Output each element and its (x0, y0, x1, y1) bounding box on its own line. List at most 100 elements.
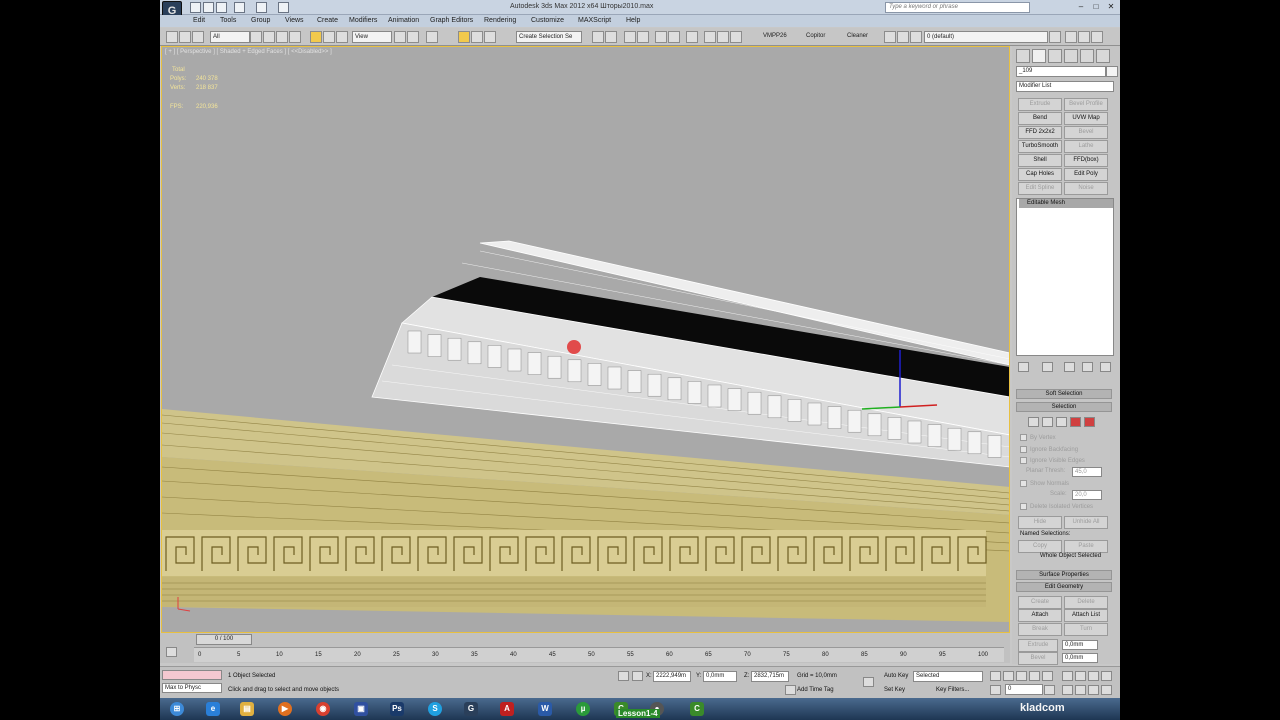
select-object-icon[interactable] (250, 31, 262, 43)
schematic-view-icon[interactable] (668, 31, 680, 43)
modifier-extrude-button[interactable]: Extrude (1018, 98, 1062, 111)
y-coordinate-field[interactable]: 0,0mm (703, 671, 737, 682)
extrude-amount-field[interactable]: 0,0mm (1062, 640, 1098, 650)
show-end-result-icon[interactable] (1042, 362, 1053, 372)
show-normals-checkbox[interactable]: Show Normals (1020, 480, 1069, 487)
menu-group[interactable]: Group (251, 17, 270, 24)
menu-edit[interactable]: Edit (193, 17, 205, 24)
pivot-center-icon[interactable] (394, 31, 406, 43)
x-coordinate-field[interactable]: 2222,949m (653, 671, 691, 682)
layer-create-icon[interactable] (897, 31, 909, 43)
modify-tab-icon[interactable] (1032, 49, 1046, 63)
modifier-ffd-2x2x2-button[interactable]: FFD 2x2x2 (1018, 126, 1062, 139)
by-vertex-checkbox[interactable]: By Vertex (1020, 434, 1056, 441)
material-editor-icon[interactable] (686, 31, 698, 43)
time-tag-icon[interactable] (785, 685, 796, 695)
selection-filter-dropdown[interactable]: All (210, 31, 250, 43)
vertex-subobject-icon[interactable] (1028, 417, 1039, 427)
element-subobject-icon[interactable] (1084, 417, 1095, 427)
percent-snap-icon[interactable] (471, 31, 483, 43)
go-to-end-icon[interactable] (1042, 671, 1053, 681)
add-time-tag-button[interactable]: Add Time Tag (797, 687, 834, 693)
break-button[interactable]: Break (1018, 623, 1062, 636)
pan-view-icon[interactable] (1075, 685, 1086, 695)
render-production-icon[interactable] (730, 31, 742, 43)
select-manipulate-icon[interactable] (407, 31, 419, 43)
modifier-shell-button[interactable]: Shell (1018, 154, 1062, 167)
undo-icon[interactable] (234, 2, 245, 13)
copy-button[interactable]: Copy (1018, 540, 1062, 553)
curve-editor-icon[interactable] (655, 31, 667, 43)
taskbar-ie[interactable]: e (200, 700, 226, 718)
delete-button[interactable]: Delete (1064, 596, 1108, 609)
new-layer-icon[interactable] (1065, 31, 1077, 43)
taskbar-media-player[interactable]: ▶ (272, 700, 298, 718)
modifier-ffd-box-button[interactable]: FFD(box) (1064, 154, 1108, 167)
maxscript-listener[interactable] (162, 670, 222, 680)
go-to-start-icon[interactable] (990, 671, 1001, 681)
layer-toggle-icon[interactable] (884, 31, 896, 43)
cleaner-button[interactable]: Cleaner (847, 33, 868, 39)
track-bar[interactable]: 0 5 10 15 20 25 30 35 40 45 50 55 60 65 70 75 80 85 90 95 10… (194, 647, 1004, 662)
render-setup-icon[interactable] (704, 31, 716, 43)
scale-field[interactable]: 20,0 (1072, 490, 1102, 500)
minimize-button[interactable]: – (1074, 1, 1088, 12)
ignore-backfacing-checkbox[interactable]: Ignore Backfacing (1020, 446, 1078, 453)
delete-isolated-checkbox[interactable]: Delete Isolated Vertices (1020, 503, 1093, 510)
project-folder-icon[interactable] (278, 2, 289, 13)
save-file-icon[interactable] (216, 2, 227, 13)
redo-toolbar-icon[interactable] (179, 31, 191, 43)
menu-maxscript[interactable]: MAXScript (578, 17, 611, 24)
object-name-field[interactable]: _109 (1016, 66, 1106, 77)
viewport-label[interactable]: [ + ] [ Perspective ] [ Shaded + Edged F… (165, 49, 332, 55)
taskbar-3dsmax[interactable]: G (458, 700, 484, 718)
face-subobject-icon[interactable] (1056, 417, 1067, 427)
time-configuration-icon[interactable] (1044, 685, 1055, 695)
taskbar-photoshop[interactable]: Ps (384, 700, 410, 718)
auto-key-button[interactable]: Auto Key (884, 673, 908, 679)
remove-modifier-icon[interactable] (1082, 362, 1093, 372)
rollout-edit-geometry[interactable]: Edit Geometry (1016, 582, 1112, 592)
current-frame-field[interactable]: 0 (1005, 684, 1043, 695)
layer-properties-icon[interactable] (1049, 31, 1061, 43)
named-selection-dropdown[interactable]: Create Selection Se (516, 31, 582, 43)
menu-graph-editors[interactable]: Graph Editors (430, 17, 473, 24)
menu-create[interactable]: Create (317, 17, 338, 24)
key-filters-button[interactable]: Key Filters... (936, 687, 969, 693)
modifier-bend-button[interactable]: Bend (1018, 112, 1062, 125)
taskbar-utorrent[interactable]: µ (570, 700, 596, 718)
select-by-name-icon[interactable] (263, 31, 275, 43)
motion-tab-icon[interactable] (1064, 49, 1078, 63)
spinner-snap-icon[interactable] (484, 31, 496, 43)
undo-toolbar-icon[interactable] (166, 31, 178, 43)
absolute-mode-icon[interactable] (632, 671, 643, 681)
maximize-viewport-icon[interactable] (1101, 685, 1112, 695)
polygon-subobject-icon[interactable] (1070, 417, 1081, 427)
extrude-button[interactable]: Extrude (1018, 639, 1058, 652)
taskbar-save[interactable]: ▣ (348, 700, 374, 718)
menu-animation[interactable]: Animation (388, 17, 419, 24)
field-of-view-icon[interactable] (1062, 685, 1073, 695)
select-move-icon[interactable] (310, 31, 322, 43)
rollout-surface-properties[interactable]: Surface Properties (1016, 570, 1112, 580)
edge-subobject-icon[interactable] (1042, 417, 1053, 427)
object-color-swatch[interactable] (1106, 66, 1118, 77)
vmpp26-button[interactable]: VMPP26 (763, 33, 787, 39)
maxscript-mini-listener[interactable]: Max to Physc (162, 683, 222, 693)
bevel-amount-field[interactable]: 0,0mm (1062, 653, 1098, 663)
layer-dropdown[interactable]: 0 (default) (924, 31, 1048, 43)
align-icon[interactable] (605, 31, 617, 43)
turn-button[interactable]: Turn (1064, 623, 1108, 636)
graphite-toggle-icon[interactable] (637, 31, 649, 43)
close-button[interactable]: ✕ (1104, 1, 1118, 12)
utilities-tab-icon[interactable] (1096, 49, 1110, 63)
layer-add-icon[interactable] (910, 31, 922, 43)
redo-icon[interactable] (256, 2, 267, 13)
pin-stack-icon[interactable] (1018, 362, 1029, 372)
taskbar-word[interactable]: W (532, 700, 558, 718)
modifier-noise-button[interactable]: Noise (1064, 182, 1108, 195)
modifier-uvw-map-button[interactable]: UVW Map (1064, 112, 1108, 125)
paste-button[interactable]: Paste (1064, 540, 1108, 553)
menu-modifiers[interactable]: Modifiers (349, 17, 377, 24)
attach-button[interactable]: Attach (1018, 609, 1062, 622)
